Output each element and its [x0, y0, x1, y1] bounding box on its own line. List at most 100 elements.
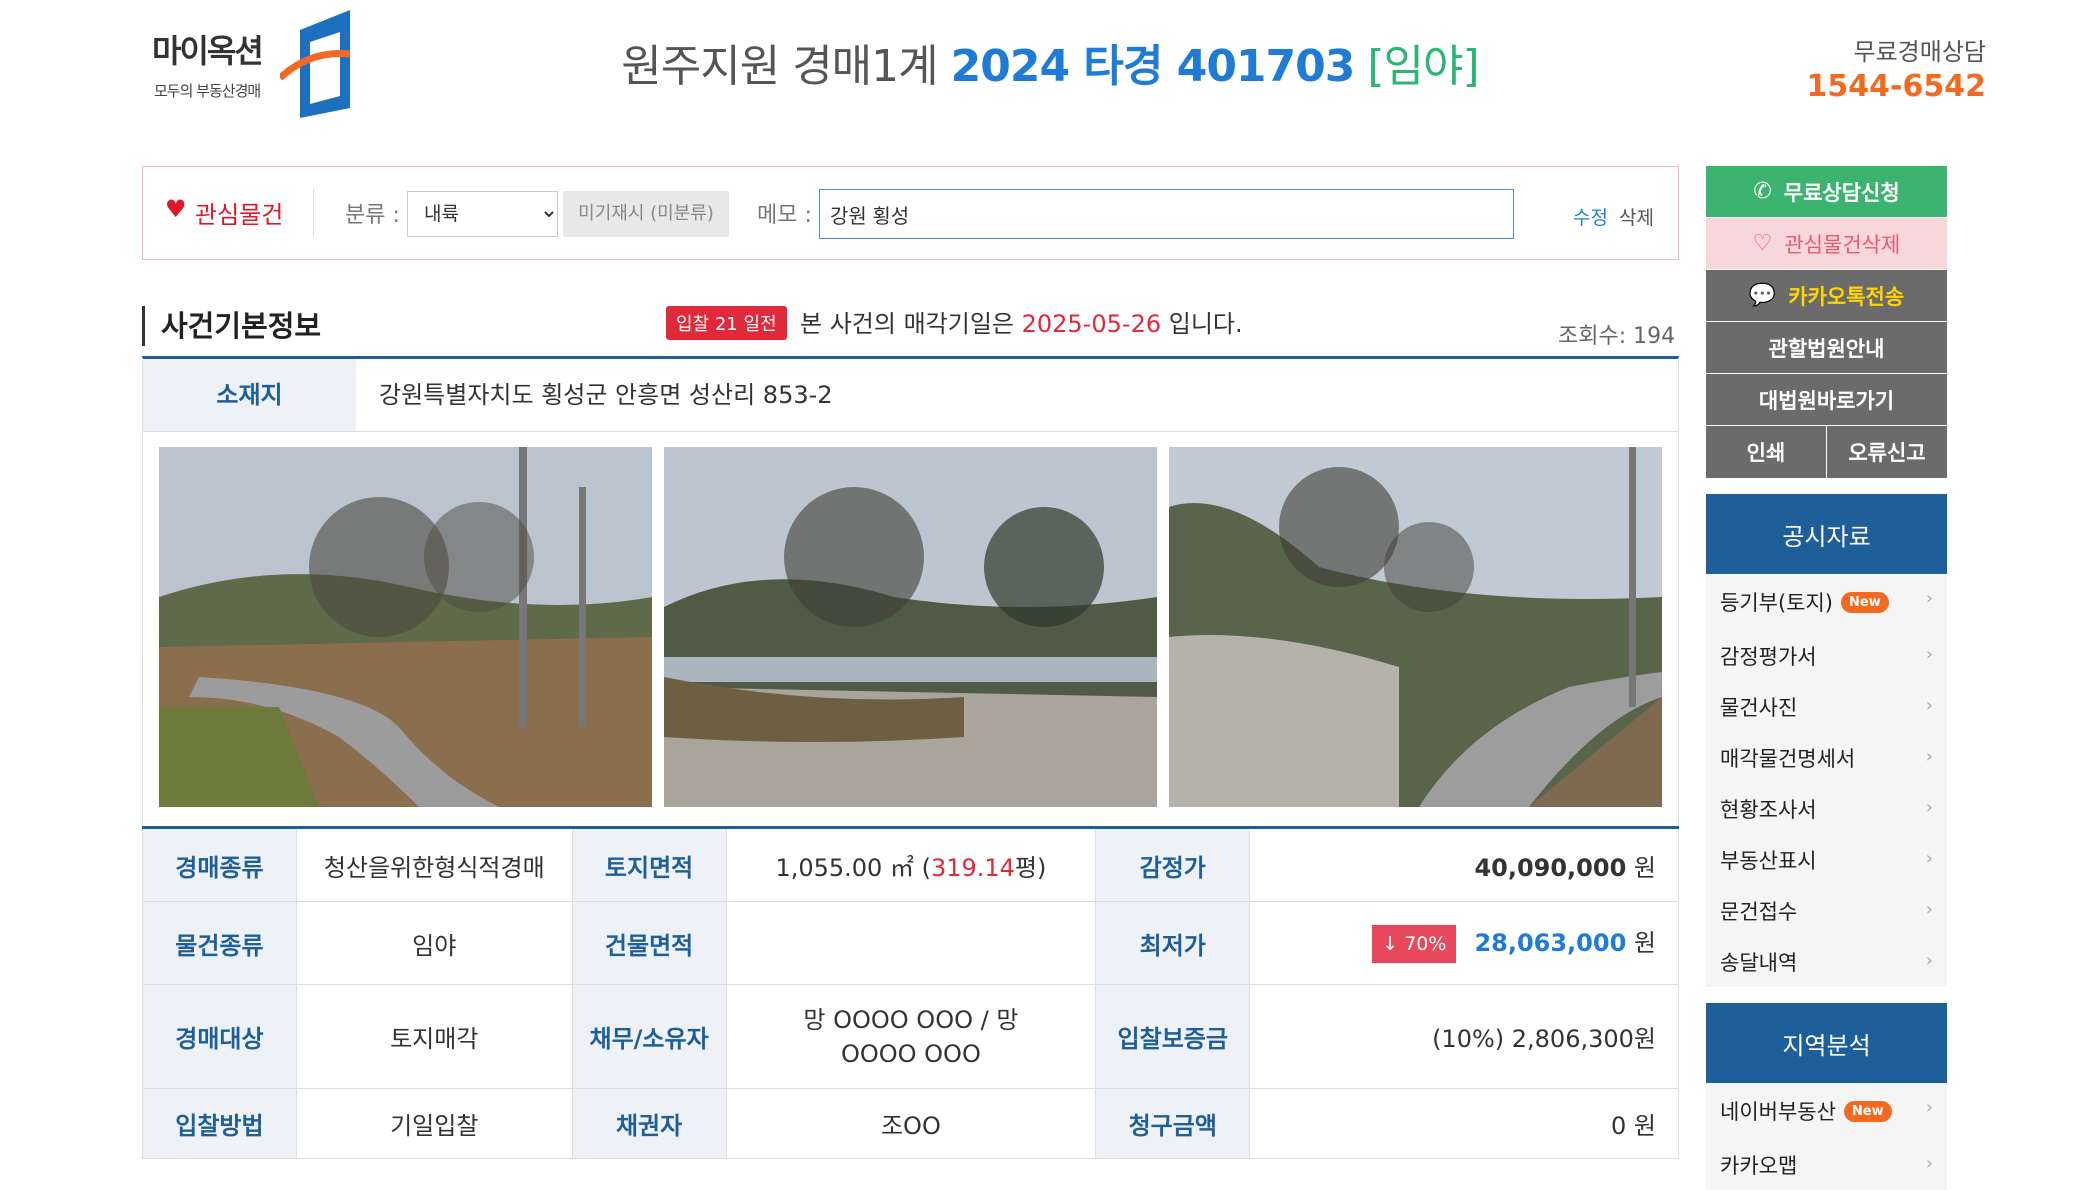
- public-doc-registry[interactable]: 등기부(토지) New ›: [1706, 574, 1947, 630]
- minimum-price-value: ↓ 70% 28,063,000 원: [1249, 901, 1679, 985]
- consult-info[interactable]: 무료경매상담 1544-6542: [1807, 32, 1986, 104]
- minimum-price-amount: 28,063,000: [1474, 929, 1627, 957]
- list-item-label: 물건사진: [1720, 695, 1798, 720]
- court-info-button[interactable]: 관할법원안내: [1706, 322, 1947, 374]
- photo-gallery: [142, 432, 1679, 828]
- table-row: 경매대상 토지매각 채무/소유자 망 OOOO OOO / 망 OOOO OOO…: [142, 984, 1679, 1089]
- public-doc-property-display[interactable]: 부동산표시 ›: [1706, 834, 1947, 885]
- bid-method-label: 입찰방법: [142, 1088, 297, 1159]
- appraisal-unit: 원: [1633, 853, 1656, 882]
- favorite-delete-label: 관심물건삭제: [1784, 232, 1901, 257]
- consult-label: 무료경매상담: [1853, 38, 1986, 66]
- public-doc-delivery[interactable]: 송달내역 ›: [1706, 936, 1947, 987]
- auction-info-table: 경매종류 청산을위한형식적경매 토지면적 1,055.00 ㎡ (319.14평…: [142, 826, 1679, 1159]
- bid-method-value: 기일입찰: [295, 1088, 573, 1159]
- public-doc-photos[interactable]: 물건사진 ›: [1706, 681, 1947, 732]
- memo-label: 메모 :: [757, 203, 812, 228]
- chevron-right-icon: ›: [1925, 695, 1933, 716]
- building-area-value: [725, 901, 1097, 985]
- region-analysis-list: 네이버부동산 New › 카카오맵 ›: [1706, 1083, 1947, 1190]
- consult-phone[interactable]: 1544-6542: [1807, 69, 1986, 104]
- sale-date-notice: 본 사건의 매각기일은 2025-05-26 입니다.: [800, 304, 1243, 339]
- land-area-pyeong: 319.14: [930, 853, 1015, 882]
- favorite-delete-button[interactable]: ♡ 관심물건삭제: [1706, 218, 1947, 270]
- error-report-button[interactable]: 오류신고: [1827, 426, 1947, 478]
- land-area-sqm: 1,055.00 ㎡ (: [775, 853, 931, 882]
- public-doc-survey[interactable]: 현황조사서 ›: [1706, 783, 1947, 834]
- property-photo-2[interactable]: [664, 447, 1157, 807]
- heart-icon: ♥: [165, 195, 187, 223]
- list-item-label: 등기부(토지): [1720, 591, 1833, 615]
- category-select[interactable]: 내륙: [407, 191, 558, 237]
- chevron-right-icon: ›: [1925, 588, 1933, 609]
- property-photo-3[interactable]: [1169, 447, 1662, 807]
- chevron-right-icon: ›: [1925, 797, 1933, 818]
- list-item-label: 네이버부동산: [1720, 1100, 1836, 1124]
- list-item-label: 문건접수: [1720, 899, 1798, 924]
- chat-bubble-icon: 💬: [1748, 283, 1777, 308]
- appraisal-amount: 40,090,000: [1474, 853, 1627, 882]
- notice-prefix: 본 사건의 매각기일은: [800, 310, 1014, 338]
- chevron-right-icon: ›: [1925, 848, 1933, 869]
- section-title: 사건기본정보: [142, 306, 321, 346]
- appraisal-label: 감정가: [1095, 827, 1251, 902]
- region-analysis-title: 지역분석: [1706, 1003, 1947, 1083]
- property-type: [임야]: [1367, 41, 1479, 92]
- divider: [313, 189, 314, 237]
- new-badge: New: [1843, 1100, 1892, 1122]
- list-item-label: 매각물건명세서: [1720, 746, 1856, 771]
- kakao-send-label: 카카오톡전송: [1788, 284, 1905, 309]
- public-docs-title: 공시자료: [1706, 494, 1947, 574]
- category-label: 분류 :: [345, 203, 400, 228]
- chevron-right-icon: ›: [1925, 950, 1933, 971]
- list-item-label: 감정평가서: [1720, 644, 1817, 669]
- address-value: 강원특별자치도 횡성군 안흥면 성산리 853-2: [379, 381, 833, 409]
- delete-link[interactable]: 삭제: [1619, 203, 1654, 230]
- kakao-send-button[interactable]: 💬 카카오톡전송: [1706, 270, 1947, 322]
- building-area-label: 건물면적: [571, 901, 727, 985]
- table-row: 물건종류 임야 건물면적 최저가 ↓ 70% 28,063,000 원: [142, 901, 1679, 985]
- bid-deposit-value: (10%) 2,806,300원: [1249, 984, 1679, 1089]
- appraisal-value: 40,090,000 원: [1249, 827, 1679, 902]
- new-badge: New: [1841, 591, 1889, 613]
- chevron-right-icon: ›: [1925, 1097, 1933, 1118]
- favorite-label[interactable]: 관심물건: [195, 195, 283, 230]
- uncategorized-field[interactable]: 미기재시 (미분류): [563, 191, 729, 237]
- supreme-court-button[interactable]: 대법원바로가기: [1706, 374, 1947, 426]
- print-button[interactable]: 인쇄: [1706, 426, 1827, 478]
- claim-amount-value: 0 원: [1249, 1088, 1679, 1159]
- property-photo-1[interactable]: [159, 447, 652, 807]
- notice-suffix: 입니다.: [1168, 310, 1243, 338]
- site-logo[interactable]: 마이옥션 모두의 부동산경매: [148, 8, 360, 118]
- auction-target-value: 토지매각: [295, 984, 573, 1089]
- public-doc-sale-spec[interactable]: 매각물건명세서 ›: [1706, 732, 1947, 783]
- region-kakao-map[interactable]: 카카오맵 ›: [1706, 1139, 1947, 1190]
- auction-type-value: 청산을위한형식적경매: [295, 827, 573, 902]
- address-label: 소재지: [143, 359, 356, 431]
- claim-amount-label: 청구금액: [1095, 1088, 1251, 1159]
- logo-mark-icon: [280, 10, 351, 118]
- address-row: 소재지 강원특별자치도 횡성군 안흥면 성산리 853-2: [142, 356, 1679, 432]
- favorite-bar: ♥ 관심물건 분류 : 내륙 미기재시 (미분류) 메모 : 수정 삭제: [142, 166, 1679, 260]
- logo-text: 마이옥션: [152, 32, 264, 70]
- chevron-right-icon: ›: [1925, 644, 1933, 665]
- auction-target-label: 경매대상: [142, 984, 297, 1089]
- table-row: 경매종류 청산을위한형식적경매 토지면적 1,055.00 ㎡ (319.14평…: [142, 827, 1679, 902]
- public-doc-appraisal[interactable]: 감정평가서 ›: [1706, 630, 1947, 681]
- edit-link[interactable]: 수정: [1573, 203, 1608, 230]
- list-item-label: 카카오맵: [1720, 1153, 1798, 1178]
- heart-outline-icon: ♡: [1752, 231, 1773, 256]
- public-docs-list: 등기부(토지) New › 감정평가서 › 물건사진 › 매각물건명세서 › 현황조사서 ›…: [1706, 574, 1947, 987]
- public-doc-filings[interactable]: 문건접수 ›: [1706, 885, 1947, 936]
- dday-badge: 입찰 21 일전: [666, 306, 787, 340]
- region-naver-realty[interactable]: 네이버부동산 New ›: [1706, 1083, 1947, 1139]
- sale-date: 2025-05-26: [1021, 310, 1162, 338]
- bid-deposit-label: 입찰보증금: [1095, 984, 1251, 1089]
- sidebar: ✆ 무료상담신청 ♡ 관심물건삭제 💬 카카오톡전송 관할법원안내 대법원바로가기 인…: [1706, 166, 1947, 1190]
- auction-type-label: 경매종류: [142, 827, 297, 902]
- debtor-owner-label: 채무/소유자: [571, 984, 727, 1089]
- phone-icon: ✆: [1753, 179, 1772, 204]
- memo-input[interactable]: [819, 189, 1514, 239]
- list-item-label: 송달내역: [1720, 950, 1798, 975]
- free-consult-button[interactable]: ✆ 무료상담신청: [1706, 166, 1947, 218]
